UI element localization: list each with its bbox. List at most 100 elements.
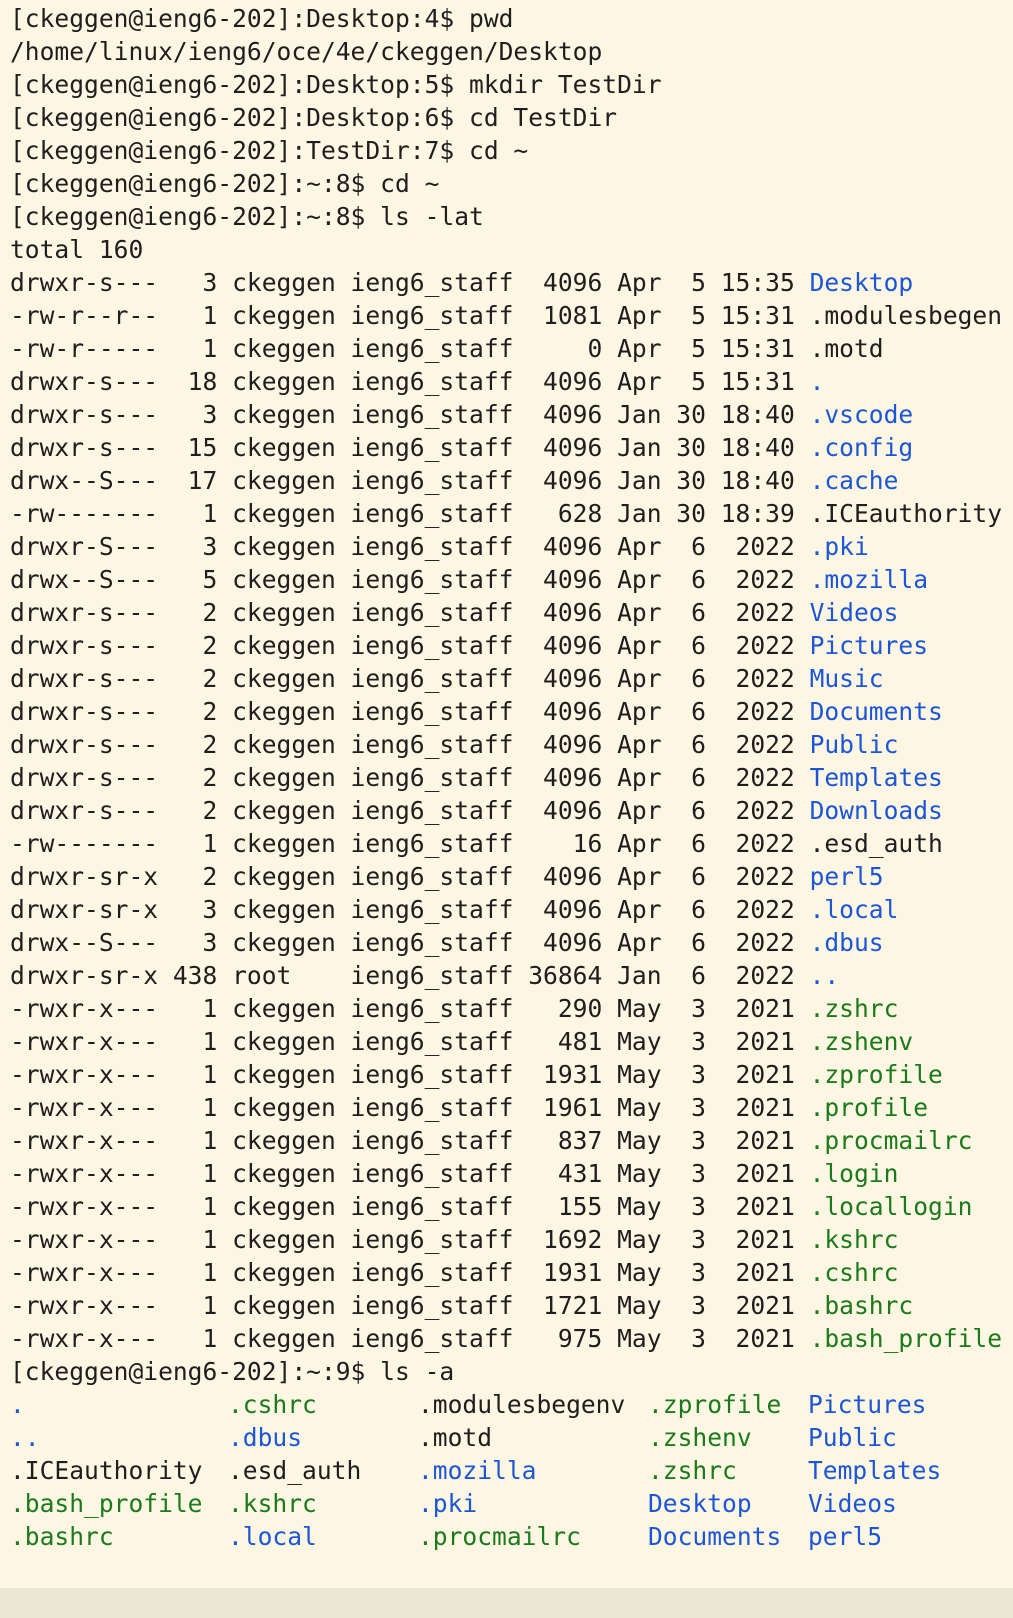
listing-filename: .esd_auth	[809, 829, 943, 858]
listing-meta: -rwxr-x--- 1 ckeggen ieng6_staff 1961 Ma…	[10, 1093, 810, 1122]
listing-meta: -rwxr-x--- 1 ckeggen ieng6_staff 290 May…	[10, 994, 810, 1023]
ls-a-row: .bash_profile .kshrc .pki Desktop Videos	[10, 1487, 1013, 1520]
ls-a-entry: .mozilla	[418, 1456, 537, 1485]
listing-filename: .login	[809, 1159, 899, 1188]
listing-filename: perl5	[809, 862, 884, 891]
listing-filename: ..	[809, 961, 840, 990]
listing-row: -rwxr-x--- 1 ckeggen ieng6_staff 481 May…	[10, 1025, 1013, 1058]
listing-filename: Downloads	[809, 796, 943, 825]
listing-filename: .pki	[809, 532, 869, 561]
listing-meta: -rwxr-x--- 1 ckeggen ieng6_staff 481 May…	[10, 1027, 810, 1056]
listing-row: drwxr-s--- 2 ckeggen ieng6_staff 4096 Ap…	[10, 596, 1013, 629]
listing-row: -rwxr-x--- 1 ckeggen ieng6_staff 837 May…	[10, 1124, 1013, 1157]
listing-meta: drwx--S--- 5 ckeggen ieng6_staff 4096 Ap…	[10, 565, 810, 594]
ls-a-grid: . .cshrc .modulesbegenv .zprofile Pictures..…	[10, 1388, 1013, 1553]
listing-row: -rwxr-x--- 1 ckeggen ieng6_staff 1931 Ma…	[10, 1058, 1013, 1091]
listing-meta: -rw-r--r-- 1 ckeggen ieng6_staff 1081 Ap…	[10, 301, 810, 330]
listing-row: drwxr-s--- 2 ckeggen ieng6_staff 4096 Ap…	[10, 695, 1013, 728]
ls-a-entry: ..	[10, 1423, 40, 1452]
listing-filename: Desktop	[809, 268, 914, 297]
listing-meta: drwx--S--- 3 ckeggen ieng6_staff 4096 Ap…	[10, 928, 810, 957]
prompt-line: [ckeggen@ieng6-202]:Desktop:4$ pwd	[10, 4, 514, 33]
command-history: [ckeggen@ieng6-202]:Desktop:4$ pwd /home…	[10, 2, 1013, 266]
listing-filename: .bashrc	[809, 1291, 914, 1320]
ls-a-entry: .bash_profile	[10, 1489, 203, 1518]
listing-meta: drwxr-s--- 15 ckeggen ieng6_staff 4096 J…	[10, 433, 810, 462]
listing-row: -rwxr-x--- 1 ckeggen ieng6_staff 1961 Ma…	[10, 1091, 1013, 1124]
ls-a-entry: .dbus	[228, 1423, 303, 1452]
listing-meta: drwxr-s--- 2 ckeggen ieng6_staff 4096 Ap…	[10, 763, 810, 792]
ls-a-entry: perl5	[808, 1522, 883, 1551]
listing-row: drwxr-sr-x 2 ckeggen ieng6_staff 4096 Ap…	[10, 860, 1013, 893]
prompt-line: [ckeggen@ieng6-202]:~:9$ ls -a	[10, 1357, 455, 1386]
listing-row: -rwxr-x--- 1 ckeggen ieng6_staff 290 May…	[10, 992, 1013, 1025]
listing-row: -rw------- 1 ckeggen ieng6_staff 16 Apr …	[10, 827, 1013, 860]
listing-meta: -rwxr-x--- 1 ckeggen ieng6_staff 155 May…	[10, 1192, 810, 1221]
listing-row: -rw-r--r-- 1 ckeggen ieng6_staff 1081 Ap…	[10, 299, 1013, 332]
ls-a-entry: .pki	[418, 1489, 478, 1518]
listing-filename: .modulesbegen	[809, 301, 1003, 330]
listing-filename: Music	[809, 664, 884, 693]
ls-a-entry: .esd_auth	[228, 1456, 362, 1485]
listing-row: -rw-r----- 1 ckeggen ieng6_staff 0 Apr 5…	[10, 332, 1013, 365]
listing-filename: .dbus	[809, 928, 884, 957]
listing-filename: .bash_profile	[809, 1324, 1003, 1353]
listing-filename: .cache	[809, 466, 899, 495]
listing-meta: drwx--S--- 17 ckeggen ieng6_staff 4096 J…	[10, 466, 810, 495]
ls-a-entry: Templates	[808, 1456, 942, 1485]
terminal-output[interactable]: [ckeggen@ieng6-202]:Desktop:4$ pwd /home…	[10, 2, 1013, 1582]
listing-meta: drwxr-s--- 3 ckeggen ieng6_staff 4096 Ja…	[10, 400, 810, 429]
listing-filename: .config	[809, 433, 914, 462]
listing-filename: .procmailrc	[809, 1126, 973, 1155]
listing-meta: -rwxr-x--- 1 ckeggen ieng6_staff 837 May…	[10, 1126, 810, 1155]
listing-meta: -rwxr-x--- 1 ckeggen ieng6_staff 1692 Ma…	[10, 1225, 810, 1254]
listing-filename: Templates	[809, 763, 943, 792]
listing-meta: drwxr-s--- 3 ckeggen ieng6_staff 4096 Ap…	[10, 268, 810, 297]
prompt-line: [ckeggen@ieng6-202]:~:8$ ls -lat	[10, 202, 484, 231]
listing-row: drwxr-s--- 2 ckeggen ieng6_staff 4096 Ap…	[10, 629, 1013, 662]
listing-row: drwxr-s--- 2 ckeggen ieng6_staff 4096 Ap…	[10, 794, 1013, 827]
listing-filename: Videos	[809, 598, 899, 627]
prompt-line: [ckeggen@ieng6-202]:TestDir:7$ cd ~	[10, 136, 529, 165]
listing-row: -rwxr-x--- 1 ckeggen ieng6_staff 1931 Ma…	[10, 1256, 1013, 1289]
listing-row: drwx--S--- 3 ckeggen ieng6_staff 4096 Ap…	[10, 926, 1013, 959]
ls-a-entry: Public	[808, 1423, 897, 1452]
listing-row: drwx--S--- 17 ckeggen ieng6_staff 4096 J…	[10, 464, 1013, 497]
listing-row: drwxr-s--- 3 ckeggen ieng6_staff 4096 Ja…	[10, 398, 1013, 431]
listing-meta: -rwxr-x--- 1 ckeggen ieng6_staff 975 May…	[10, 1324, 810, 1353]
listing-meta: -rwxr-x--- 1 ckeggen ieng6_staff 431 May…	[10, 1159, 810, 1188]
bottom-edge	[0, 1588, 1013, 1618]
listing-meta: -rwxr-x--- 1 ckeggen ieng6_staff 1931 Ma…	[10, 1258, 810, 1287]
listing-row: drwxr-s--- 18 ckeggen ieng6_staff 4096 A…	[10, 365, 1013, 398]
ls-a-entry: .cshrc	[228, 1390, 317, 1419]
output-line: /home/linux/ieng6/oce/4e/ckeggen/Desktop	[10, 37, 603, 66]
ls-a-row: .ICEauthority .esd_auth .mozilla .zshrc Temp…	[10, 1454, 1013, 1487]
ls-a-entry: .motd	[418, 1423, 493, 1452]
output-line: total 160	[10, 235, 144, 264]
ls-a-entry: .	[10, 1390, 25, 1419]
listing-meta: -rwxr-x--- 1 ckeggen ieng6_staff 1931 Ma…	[10, 1060, 810, 1089]
listing-meta: drwxr-s--- 2 ckeggen ieng6_staff 4096 Ap…	[10, 697, 810, 726]
listing-row: -rwxr-x--- 1 ckeggen ieng6_staff 975 May…	[10, 1322, 1013, 1355]
listing-filename: .local	[809, 895, 899, 924]
listing-filename: Documents	[809, 697, 943, 726]
ls-a-entry: .kshrc	[228, 1489, 317, 1518]
prompt-line: [ckeggen@ieng6-202]:~:8$ cd ~	[10, 169, 440, 198]
listing-meta: -rwxr-x--- 1 ckeggen ieng6_staff 1721 Ma…	[10, 1291, 810, 1320]
listing-filename: .locallogin	[809, 1192, 973, 1221]
listing-row: drwxr-s--- 3 ckeggen ieng6_staff 4096 Ap…	[10, 266, 1013, 299]
ls-a-row: .. .dbus .motd .zshenv Public	[10, 1421, 1013, 1454]
listing-filename: .ICEauthority	[809, 499, 1003, 528]
listing-meta: -rw-r----- 1 ckeggen ieng6_staff 0 Apr 5…	[10, 334, 810, 363]
listing-meta: drwxr-s--- 2 ckeggen ieng6_staff 4096 Ap…	[10, 796, 810, 825]
ls-a-entry: Pictures	[808, 1390, 927, 1419]
listing-row: -rwxr-x--- 1 ckeggen ieng6_staff 1721 Ma…	[10, 1289, 1013, 1322]
ls-a-row: .bashrc .local .procmailrc Documents perl5	[10, 1520, 1013, 1553]
listing-filename: .profile	[809, 1093, 929, 1122]
listing-row: drwxr-s--- 2 ckeggen ieng6_staff 4096 Ap…	[10, 728, 1013, 761]
ls-a-entry: Documents	[648, 1522, 782, 1551]
listing-meta: drwxr-s--- 2 ckeggen ieng6_staff 4096 Ap…	[10, 664, 810, 693]
listing-row: drwxr-sr-x 438 root ieng6_staff 36864 Ja…	[10, 959, 1013, 992]
listing-filename: .mozilla	[809, 565, 929, 594]
ls-a-entry: .procmailrc	[418, 1522, 581, 1551]
